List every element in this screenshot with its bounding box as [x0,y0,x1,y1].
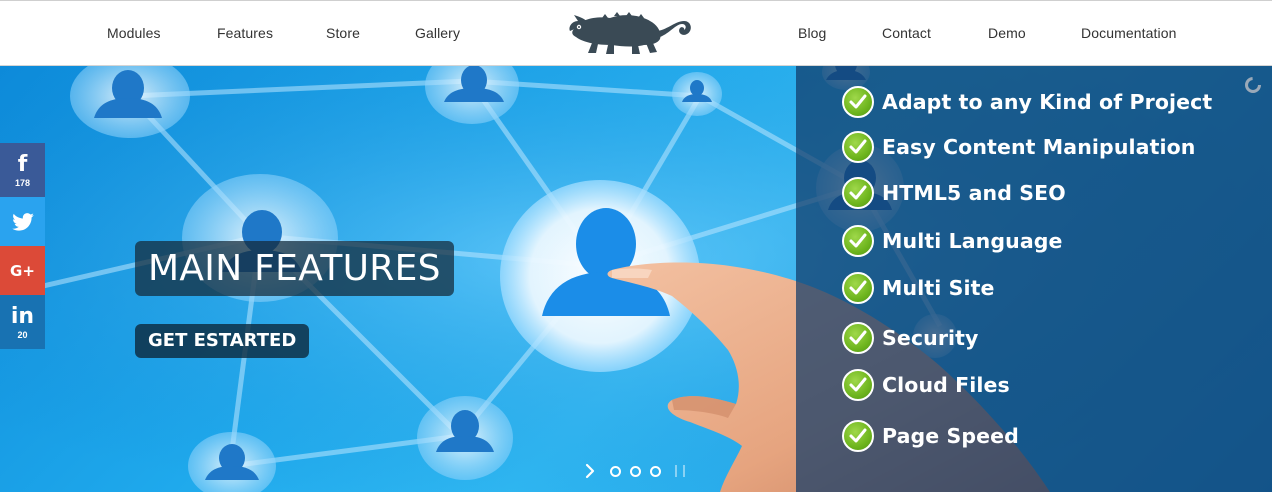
feature-item: Page Speed [842,419,1019,453]
feature-label: HTML5 and SEO [882,181,1066,205]
feature-item: Security [842,321,979,355]
nav-link-store[interactable]: Store [326,25,360,41]
feature-label: Easy Content Manipulation [882,135,1196,159]
feature-item: Multi Site [842,271,994,305]
feature-label: Adapt to any Kind of Project [882,90,1213,114]
feature-item: Easy Content Manipulation [842,130,1195,164]
nav-link-documentation[interactable]: Documentation [1081,25,1176,41]
feature-item: HTML5 and SEO [842,176,1066,210]
feature-item: Multi Language [842,224,1063,258]
feature-item: Adapt to any Kind of Project [842,85,1212,119]
chevron-right-icon[interactable] [584,463,596,479]
facebook-share-button[interactable]: f 178 [0,143,45,197]
feature-label: Multi Language [882,229,1063,253]
slide-dot-2[interactable] [630,465,641,477]
linkedin-icon: in [10,303,35,329]
check-icon [842,322,874,354]
chameleon-logo[interactable] [566,7,694,57]
check-icon [842,131,874,163]
pause-icon[interactable] [675,465,685,477]
feature-item: Cloud Files [842,368,1010,402]
facebook-icon: f [17,151,28,177]
check-icon [842,225,874,257]
linkedin-share-button[interactable]: in 20 [0,295,45,349]
slide-dot-3[interactable] [650,465,661,477]
slider-navigation [584,461,685,481]
twitter-icon [11,212,34,231]
nav-link-blog[interactable]: Blog [798,25,826,41]
check-icon [842,86,874,118]
site-header: Modules Features Store Gallery Blog Cont… [0,0,1272,66]
nav-link-features[interactable]: Features [217,25,273,41]
get-started-button[interactable]: GET ESTARTED [135,324,310,358]
google-plus-icon: G+ [10,261,35,280]
facebook-share-count: 178 [14,177,31,188]
check-icon [842,272,874,304]
nav-link-modules[interactable]: Modules [107,25,161,41]
slide-dot-1[interactable] [610,465,621,477]
check-icon [842,420,874,452]
loading-spinner-icon [1245,77,1261,93]
check-icon [842,177,874,209]
hero-slider: Adapt to any Kind of Project Easy Conten… [0,66,1272,492]
feature-label: Page Speed [882,424,1019,448]
check-icon [842,369,874,401]
google-plus-share-button[interactable]: G+ [0,246,45,295]
social-share-bar: f 178 G+ in 20 [0,143,45,349]
features-panel: Adapt to any Kind of Project Easy Conten… [796,66,1272,492]
twitter-share-button[interactable] [0,197,45,246]
linkedin-share-count: 20 [17,329,28,340]
feature-label: Security [882,326,979,350]
nav-link-gallery[interactable]: Gallery [415,25,460,41]
feature-label: Cloud Files [882,373,1010,397]
nav-link-contact[interactable]: Contact [882,25,931,41]
slide-title: MAIN FEATURES [135,241,454,296]
nav-link-demo[interactable]: Demo [988,25,1026,41]
feature-label: Multi Site [882,276,995,300]
